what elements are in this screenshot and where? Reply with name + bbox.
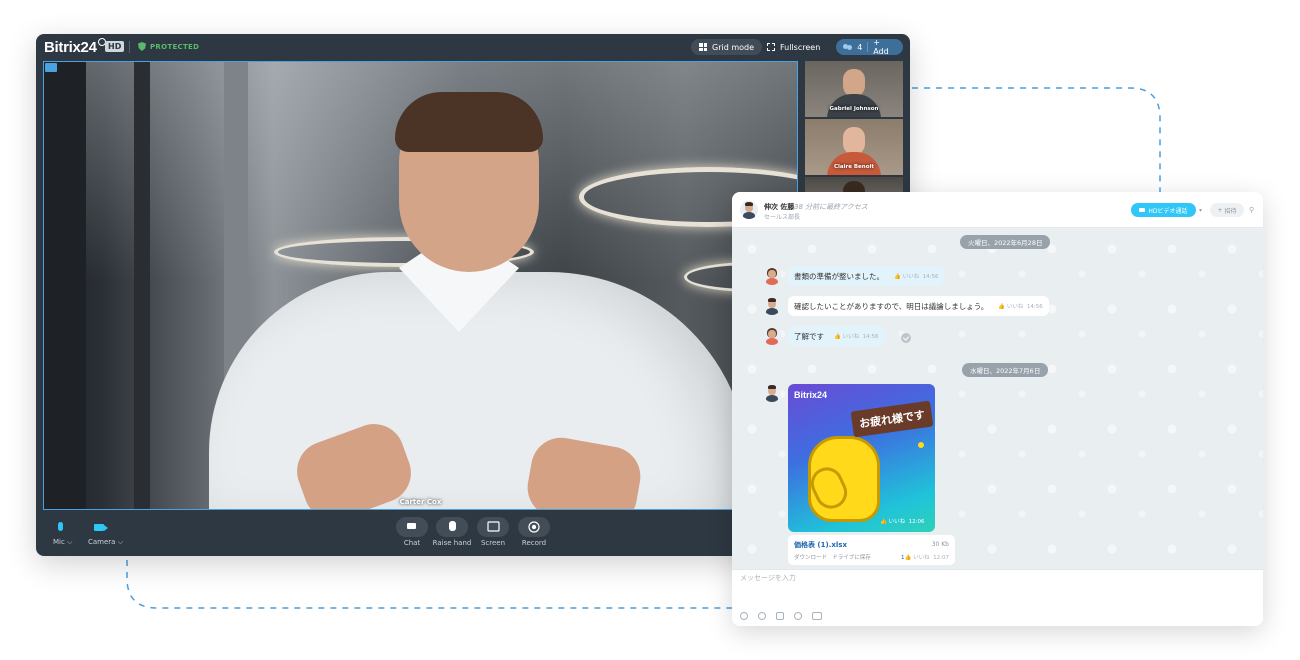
chat-icon — [407, 523, 416, 529]
mic-button[interactable]: Mic ⌵ — [53, 538, 72, 547]
add-participant-button[interactable]: + Add — [873, 38, 896, 56]
participant-name: Claire Benoit — [833, 164, 874, 170]
search-icon[interactable]: ⚲ — [1249, 206, 1254, 214]
invite-button[interactable]: + 招待 — [1210, 203, 1244, 217]
bitrix-logo: Bitrix24 — [44, 38, 106, 56]
chevron-down-icon[interactable]: ▾ — [1199, 207, 1202, 214]
file-attachment[interactable]: 価格表 (1).xlsx 30 Kb ダウンロード ドライブに保存 1👍 いいね… — [788, 535, 955, 565]
fullscreen-button[interactable]: Fullscreen — [759, 39, 828, 55]
file-meta: 1👍 いいね 12:07 — [901, 555, 949, 561]
contact-role: セールス部長 — [764, 214, 801, 221]
file-icon[interactable] — [776, 612, 784, 620]
sender-avatar[interactable] — [763, 297, 781, 315]
message-list: 火曜日、2022年6月28日 書類の準備が整いました。 👍 いいね 14:56 … — [732, 229, 1263, 569]
hd-video-call-button[interactable]: HDビデオ通話 — [1131, 203, 1196, 217]
date-separator: 火曜日、2022年6月28日 — [960, 235, 1051, 249]
hand-icon — [449, 521, 456, 531]
date-separator: 水曜日、2022年7月6日 — [962, 363, 1049, 377]
contact-avatar[interactable] — [740, 201, 758, 219]
users-icon — [843, 43, 853, 51]
message-bubble: 書類の準備が整いました。 👍 いいね 14:56 — [788, 266, 945, 286]
file-name[interactable]: 価格表 (1).xlsx — [794, 540, 847, 550]
sender-avatar[interactable] — [763, 384, 781, 402]
video-icon — [1139, 208, 1146, 212]
participant-name: Gabriel Johnson — [829, 106, 879, 112]
grid-mode-button[interactable]: Grid mode — [691, 39, 763, 55]
attach-icon[interactable] — [740, 612, 748, 620]
control-icons — [407, 521, 540, 533]
sticker-image[interactable]: Bitrix24 お疲れ様です 👍 いいね 12:06 — [788, 384, 935, 532]
participant-thumbnail[interactable]: Claire Benoit — [805, 119, 903, 175]
top-divider — [129, 41, 130, 53]
main-video: Carter Cox — [43, 61, 798, 510]
sender-avatar[interactable] — [763, 267, 781, 285]
message-input[interactable] — [740, 574, 1240, 582]
mic-icon[interactable] — [58, 522, 63, 531]
download-link[interactable]: ダウンロード — [794, 555, 827, 561]
video-message-icon[interactable] — [812, 612, 822, 620]
fullscreen-icon — [767, 43, 775, 51]
sticker-logo: Bitrix24 — [794, 390, 828, 400]
sticker-banner: お疲れ様です — [850, 400, 934, 438]
screen-icon — [487, 521, 500, 532]
camera-button[interactable]: Camera ⌵ — [88, 538, 123, 547]
chat-header: 伸次 佐藤 38 分前に最終アクセス セールス部長 HDビデオ通話 ▾ + 招待 … — [732, 192, 1263, 228]
chat-window: 伸次 佐藤 38 分前に最終アクセス セールス部長 HDビデオ通話 ▾ + 招待 … — [732, 192, 1263, 626]
contact-name[interactable]: 伸次 佐藤 — [764, 202, 794, 212]
file-size: 30 Kb — [931, 541, 949, 548]
camera-icon[interactable] — [94, 524, 108, 531]
message-bubble: 確認したいことがありますので、明日は議論しましょう。 👍 いいね 14:56 — [788, 296, 1049, 316]
hd-badge: HD — [105, 41, 125, 52]
participants-button[interactable]: 4 + Add — [836, 38, 903, 56]
call-top-bar: Bitrix24 HD PROTECTED Grid mode Fullscre… — [36, 34, 910, 60]
message-bubble: 了解です 👍 いいね 14:56 — [788, 326, 885, 346]
save-to-drive-link[interactable]: ドライブに保存 — [832, 555, 871, 561]
speaker-name: Carter Cox — [399, 498, 442, 506]
participant-thumbnail[interactable]: Gabriel Johnson — [805, 61, 903, 117]
shield-icon — [138, 42, 146, 51]
raise-hand-label: Raise hand — [432, 539, 472, 547]
record-label: Record — [521, 539, 547, 547]
screen-label: Screen — [480, 539, 506, 547]
emoji-icon[interactable] — [794, 612, 802, 620]
speaker-person — [209, 92, 749, 509]
mention-icon[interactable] — [758, 612, 766, 620]
message-composer — [732, 569, 1263, 626]
participants-count: 4 — [857, 42, 863, 52]
sender-avatar[interactable] — [763, 327, 781, 345]
sticker-meta: 👍 いいね 12:06 — [880, 519, 925, 525]
read-check-icon — [901, 333, 911, 343]
thumbs-up-icon — [805, 436, 880, 522]
chat-label: Chat — [403, 539, 421, 547]
protected-status: PROTECTED — [138, 42, 199, 51]
last-seen: 38 分前に最終アクセス — [794, 203, 868, 211]
camera-badge-icon — [45, 63, 57, 72]
grid-icon — [699, 43, 707, 51]
